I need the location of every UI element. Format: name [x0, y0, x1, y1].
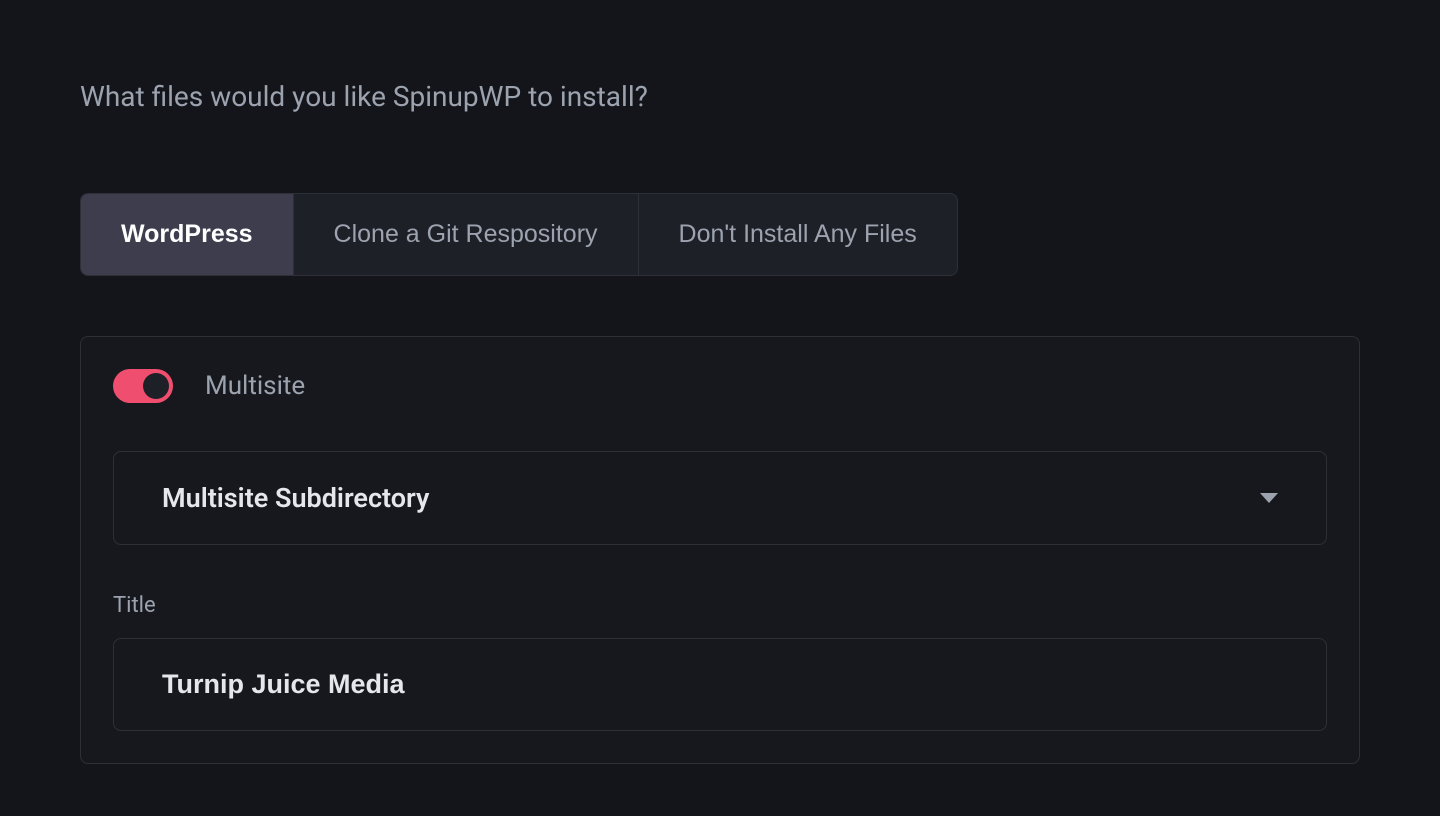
multisite-toggle[interactable]	[113, 369, 173, 403]
multisite-row: Multisite	[113, 369, 1327, 403]
chevron-down-icon	[1260, 493, 1278, 503]
title-input[interactable]	[113, 638, 1327, 731]
title-label: Title	[113, 593, 1327, 618]
toggle-knob	[143, 373, 169, 399]
tab-no-files[interactable]: Don't Install Any Files	[639, 194, 957, 275]
select-value: Multisite Subdirectory	[162, 482, 429, 514]
wordpress-panel: Multisite Multisite Subdirectory Title	[80, 336, 1360, 764]
page-heading: What files would you like SpinupWP to in…	[80, 80, 1360, 113]
install-type-tabs: WordPress Clone a Git Respository Don't …	[80, 193, 958, 276]
tab-clone-git[interactable]: Clone a Git Respository	[294, 194, 639, 275]
multisite-type-select[interactable]: Multisite Subdirectory	[113, 451, 1327, 545]
tab-wordpress[interactable]: WordPress	[81, 194, 294, 275]
multisite-label: Multisite	[205, 371, 305, 401]
